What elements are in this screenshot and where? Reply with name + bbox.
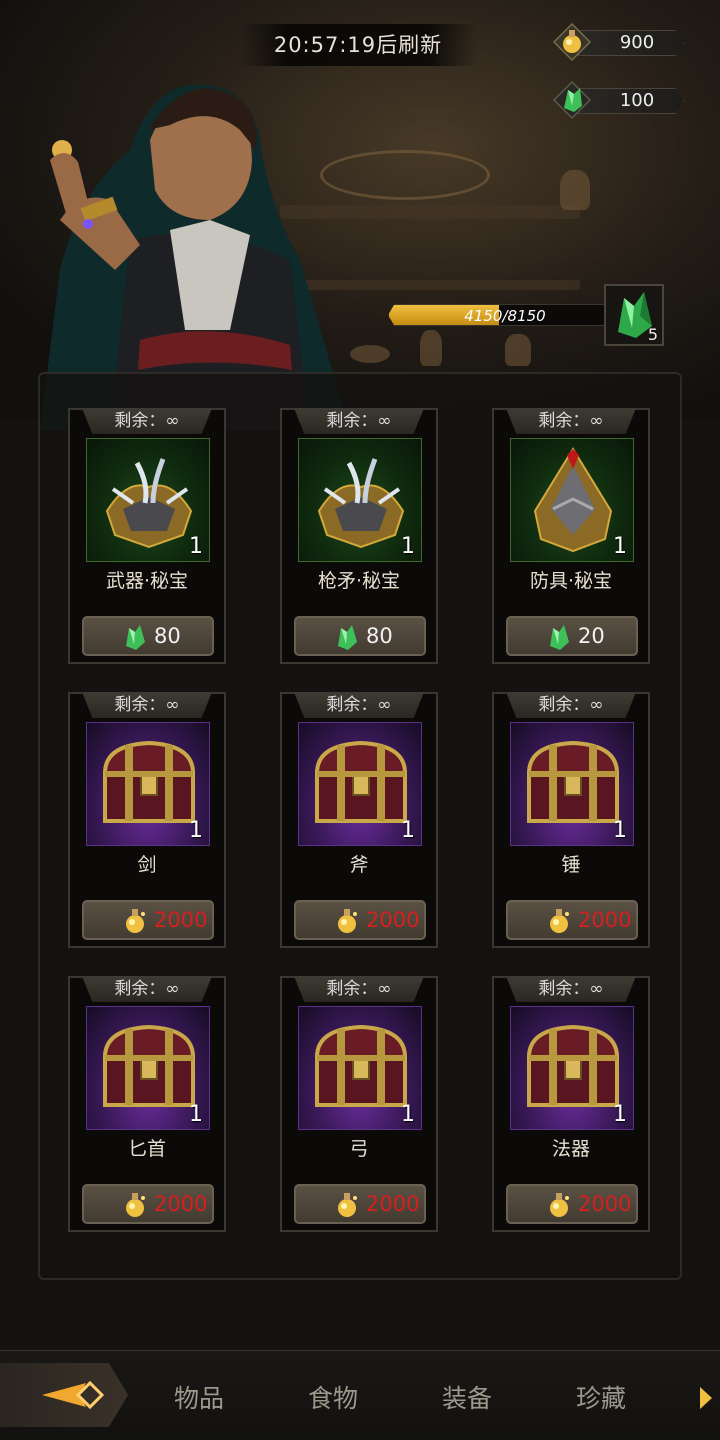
remaining-label: 剩余：∞ xyxy=(506,976,636,1002)
item-icon-frame[interactable]: 1 xyxy=(86,1006,210,1130)
progress-current: 4150 xyxy=(464,307,503,325)
buy-button[interactable]: 2000 xyxy=(82,900,214,940)
price-value: 2000 xyxy=(366,1192,420,1216)
tab-food[interactable]: 食物 xyxy=(278,1379,388,1419)
price-value: 2000 xyxy=(578,908,632,932)
buy-button[interactable]: 2000 xyxy=(506,1184,638,1224)
jar xyxy=(505,334,531,366)
remaining-label: 剩余：∞ xyxy=(294,408,424,434)
item-name: 剑 xyxy=(137,854,157,876)
shop-item-card[interactable]: 剩余：∞ 1 法器 2000 xyxy=(492,976,650,1232)
gold-potion-icon xyxy=(126,909,145,933)
gold-amount: 900 xyxy=(578,30,684,56)
remaining-label: 剩余：∞ xyxy=(294,976,424,1002)
remaining-label: 剩余：∞ xyxy=(506,408,636,434)
bottom-nav-bar: 物品 食物 装备 珍藏 xyxy=(0,1350,720,1440)
crystal-amount: 100 xyxy=(578,88,684,114)
gold-potion-icon xyxy=(550,909,569,933)
item-name: 枪矛·秘宝 xyxy=(317,570,401,592)
remaining-label: 剩余：∞ xyxy=(506,692,636,718)
gold-potion-icon xyxy=(550,1193,569,1217)
price-value: 20 xyxy=(578,624,605,648)
item-icon-frame[interactable]: 1 xyxy=(510,722,634,846)
green-crystal-icon xyxy=(552,80,592,120)
price-value: 80 xyxy=(154,624,181,648)
item-quantity: 1 xyxy=(613,1102,627,1127)
price-value: 2000 xyxy=(366,908,420,932)
jar xyxy=(420,330,442,366)
shop-item-card[interactable]: 剩余：∞ 1 锤 2000 xyxy=(492,692,650,948)
buy-button[interactable]: 20 xyxy=(506,616,638,656)
tab-items[interactable]: 物品 xyxy=(144,1379,254,1419)
shop-item-card[interactable]: 剩余：∞ 1 斧 2000 xyxy=(280,692,438,948)
bowl xyxy=(350,345,390,363)
buy-button[interactable]: 80 xyxy=(294,616,426,656)
gold-potion-icon xyxy=(338,1193,357,1217)
price-value: 2000 xyxy=(578,1192,632,1216)
item-quantity: 1 xyxy=(401,534,415,559)
buy-button[interactable]: 2000 xyxy=(294,900,426,940)
shop-item-card[interactable]: 剩余：∞ 1 弓 2000 xyxy=(280,976,438,1232)
item-name: 防具·秘宝 xyxy=(529,570,613,592)
shop-item-card[interactable]: 剩余：∞ 1 枪矛·秘宝 80 xyxy=(280,408,438,664)
gold-currency-display[interactable]: 900 xyxy=(552,22,686,62)
chevron-right-icon[interactable] xyxy=(698,1385,714,1411)
remaining-label: 剩余：∞ xyxy=(294,692,424,718)
item-name: 法器 xyxy=(551,1138,590,1160)
item-name: 匕首 xyxy=(127,1138,166,1160)
remaining-label: 剩余：∞ xyxy=(82,408,212,434)
item-name: 锤 xyxy=(561,854,581,876)
item-quantity: 1 xyxy=(401,1102,415,1127)
item-icon-frame[interactable]: 1 xyxy=(510,1006,634,1130)
refresh-timer: 20:57:19后刷新 xyxy=(240,24,476,66)
item-quantity: 1 xyxy=(189,534,203,559)
price-value: 80 xyxy=(366,624,393,648)
price-value: 2000 xyxy=(154,908,208,932)
item-icon-frame[interactable]: 1 xyxy=(86,722,210,846)
shop-item-card[interactable]: 剩余：∞ 1 匕首 2000 xyxy=(68,976,226,1232)
buy-button[interactable]: 2000 xyxy=(506,900,638,940)
remaining-label: 剩余：∞ xyxy=(82,976,212,1002)
jar xyxy=(560,170,590,210)
crystal-currency-display[interactable]: 100 xyxy=(552,80,686,120)
progress-max: 8150 xyxy=(507,307,546,325)
progress-reward-box[interactable]: 5 xyxy=(604,284,664,346)
green-crystal-icon xyxy=(550,625,569,650)
nav-home-button[interactable] xyxy=(0,1363,128,1427)
progress-label: 4150/8150 xyxy=(389,305,605,325)
reward-count: 5 xyxy=(647,325,658,344)
item-name: 弓 xyxy=(349,1138,369,1160)
arrow-diamond-icon xyxy=(42,1380,105,1410)
shop-item-card[interactable]: 剩余：∞ 1 武器·秘宝 80 xyxy=(68,408,226,664)
green-crystal-icon xyxy=(338,625,357,650)
tab-collection[interactable]: 珍藏 xyxy=(546,1379,656,1419)
item-quantity: 1 xyxy=(401,818,415,843)
green-crystal-icon xyxy=(126,625,145,650)
shop-item-card[interactable]: 剩余：∞ 1 防具·秘宝 20 xyxy=(492,408,650,664)
remaining-label: 剩余：∞ xyxy=(82,692,212,718)
price-value: 2000 xyxy=(154,1192,208,1216)
gold-potion-icon xyxy=(552,22,592,62)
item-icon-frame[interactable]: 1 xyxy=(510,438,634,562)
shop-item-card[interactable]: 剩余：∞ 1 剑 2000 xyxy=(68,692,226,948)
tab-equipment[interactable]: 装备 xyxy=(412,1379,522,1419)
gold-potion-icon xyxy=(338,909,357,933)
item-name: 斧 xyxy=(349,854,369,876)
item-icon-frame[interactable]: 1 xyxy=(298,722,422,846)
buy-button[interactable]: 2000 xyxy=(294,1184,426,1224)
buy-button[interactable]: 2000 xyxy=(82,1184,214,1224)
item-quantity: 1 xyxy=(189,818,203,843)
gold-potion-icon xyxy=(126,1193,145,1217)
item-icon-frame[interactable]: 1 xyxy=(298,438,422,562)
buy-button[interactable]: 80 xyxy=(82,616,214,656)
item-icon-frame[interactable]: 1 xyxy=(86,438,210,562)
item-quantity: 1 xyxy=(613,818,627,843)
item-name: 武器·秘宝 xyxy=(105,570,189,592)
crystal-progress-bar: 4150/8150 xyxy=(388,304,606,326)
item-quantity: 1 xyxy=(189,1102,203,1127)
item-quantity: 1 xyxy=(613,534,627,559)
item-icon-frame[interactable]: 1 xyxy=(298,1006,422,1130)
